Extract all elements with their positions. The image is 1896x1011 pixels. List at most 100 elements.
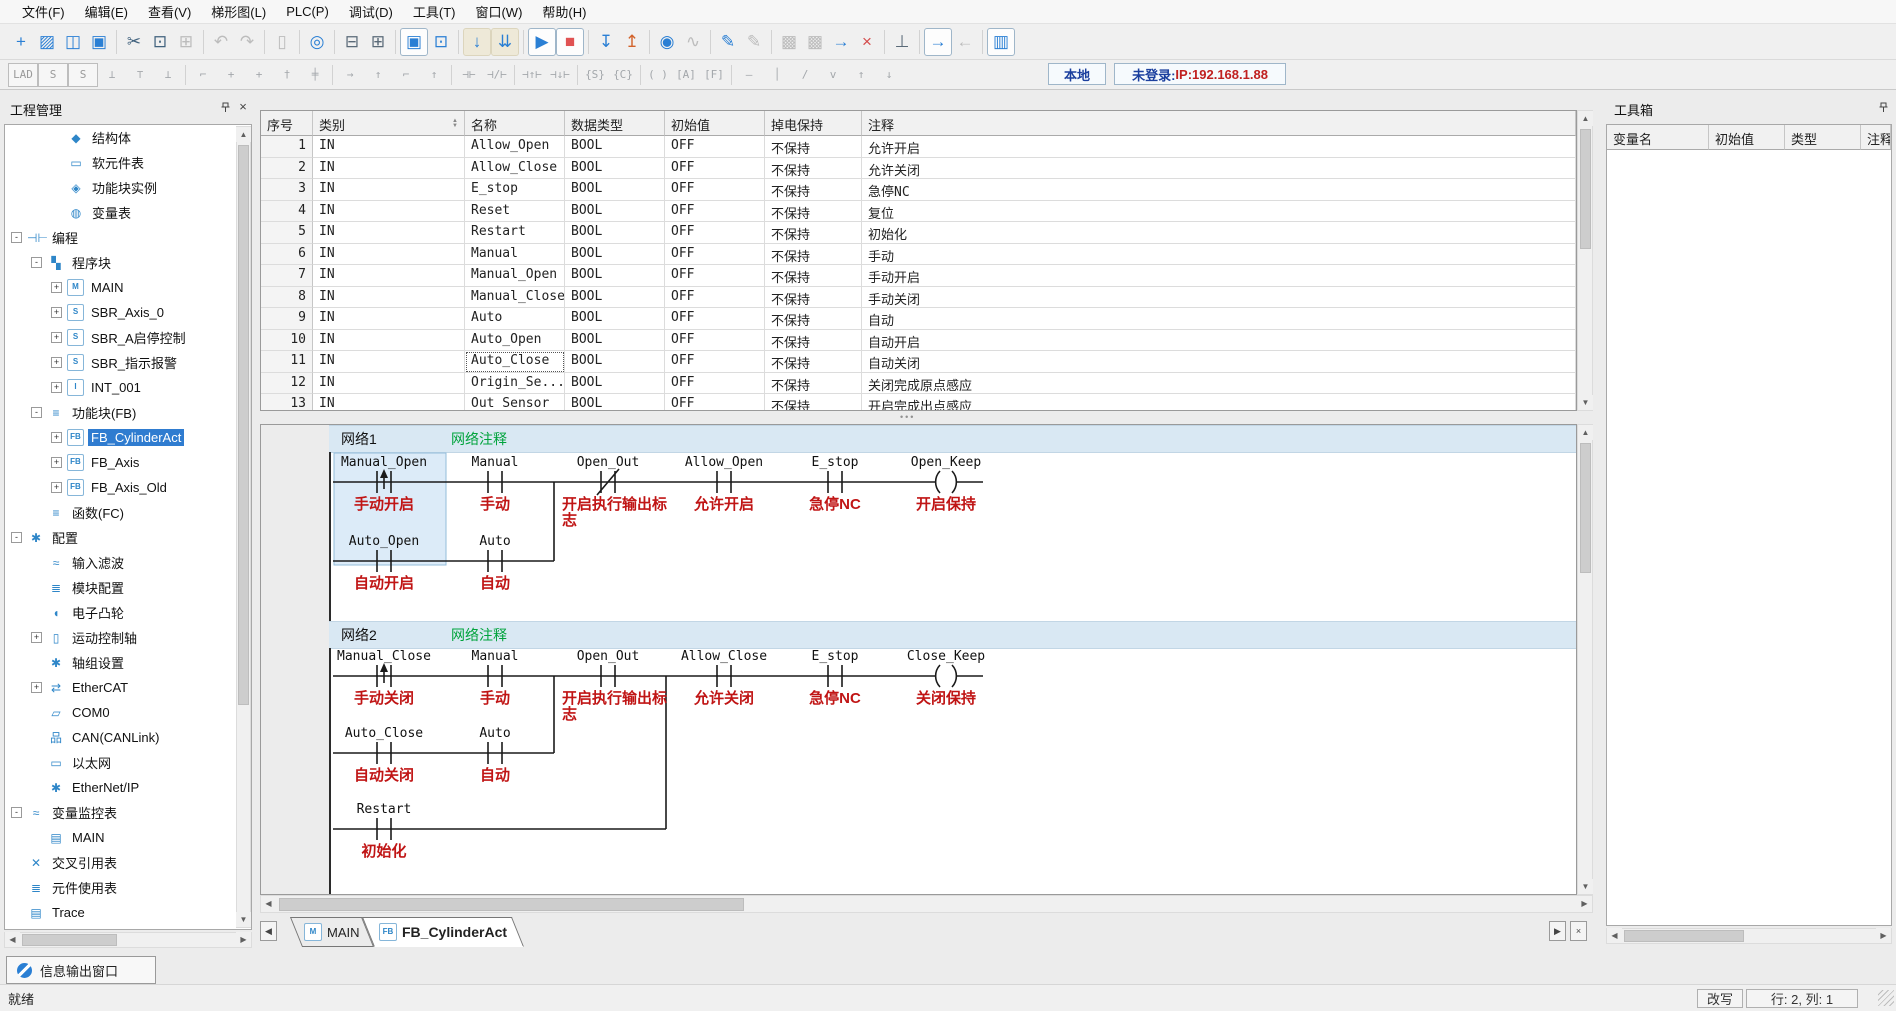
EtherCAT[interactable]: + ⇄ EtherCAT bbox=[5, 675, 251, 700]
delete-cell-button[interactable]: ⊥ bbox=[154, 64, 182, 86]
cell-datatype[interactable]: BOOL bbox=[565, 158, 665, 180]
Trace[interactable]: ▤ Trace bbox=[5, 900, 251, 925]
cell-name[interactable]: Manual bbox=[465, 244, 565, 266]
变量表[interactable]: ◍ 变量表 bbox=[5, 200, 251, 225]
tree-expander-icon[interactable]: - bbox=[11, 532, 22, 543]
cell-comment[interactable]: 复位 bbox=[862, 201, 1576, 223]
cell-category[interactable]: IN bbox=[313, 287, 465, 309]
tab-main[interactable]: MMAIN bbox=[290, 917, 374, 947]
coil-a-button[interactable]: [A] bbox=[672, 64, 700, 86]
轴组设置[interactable]: ✱ 轴组设置 bbox=[5, 650, 251, 675]
branch-up-button[interactable]: + bbox=[217, 64, 245, 86]
logout-button[interactable]: ← bbox=[952, 29, 978, 55]
scroll-down-icon[interactable]: ▼ bbox=[1578, 395, 1593, 410]
close-panel-icon[interactable]: × bbox=[236, 99, 250, 113]
usb-test-button[interactable]: ⊥ bbox=[889, 29, 915, 55]
cell-datatype[interactable]: BOOL bbox=[565, 222, 665, 244]
sort-icon[interactable]: ▲▼ bbox=[452, 119, 458, 129]
cell-datatype[interactable]: BOOL bbox=[565, 201, 665, 223]
stop-button[interactable]: ■ bbox=[556, 28, 584, 56]
element-label[interactable]: Open_Out bbox=[577, 455, 640, 470]
cell-retain[interactable]: 不保持 bbox=[765, 394, 862, 411]
cell-name[interactable]: Auto_Open bbox=[465, 330, 565, 352]
cell-comment[interactable]: 手动开启 bbox=[862, 265, 1576, 287]
tree-expander-icon[interactable]: + bbox=[51, 357, 62, 368]
cell-retain[interactable]: 不保持 bbox=[765, 158, 862, 180]
paste-button[interactable]: ⊞ bbox=[173, 29, 199, 55]
scroll-left-icon[interactable]: ◀ bbox=[5, 932, 20, 947]
文件(F)[interactable]: 文件(F) bbox=[12, 0, 75, 24]
delete-vline-button[interactable]: v bbox=[819, 64, 847, 86]
cell-datatype[interactable]: BOOL bbox=[565, 351, 665, 373]
run-button[interactable]: ▶ bbox=[528, 28, 556, 56]
line-up-button[interactable]: ↑ bbox=[364, 64, 392, 86]
ladder-hscrollbar[interactable]: ◀ ▶ bbox=[260, 895, 1593, 913]
cell-datatype[interactable]: BOOL bbox=[565, 287, 665, 309]
cell-initial[interactable]: OFF bbox=[665, 136, 765, 158]
tree-expander-icon[interactable]: + bbox=[51, 382, 62, 393]
element-label[interactable]: Allow_Open bbox=[685, 455, 763, 470]
SBR_指示报警[interactable]: + S SBR_指示报警 bbox=[5, 350, 251, 375]
tree-expander-icon[interactable]: + bbox=[51, 457, 62, 468]
col-header-category[interactable]: 类别▲▼ bbox=[313, 111, 465, 136]
cell-datatype[interactable]: BOOL bbox=[565, 244, 665, 266]
compile-button[interactable]: ↓ bbox=[463, 28, 491, 56]
cell-comment[interactable]: 手动 bbox=[862, 244, 1576, 266]
element-label[interactable]: Open_Keep bbox=[911, 455, 982, 470]
cell-name[interactable]: Manual_Open bbox=[465, 265, 565, 287]
cell-category[interactable]: IN bbox=[313, 201, 465, 223]
cell-name[interactable]: Allow_Close bbox=[465, 158, 565, 180]
cell-category[interactable]: IN bbox=[313, 158, 465, 180]
new-file-button[interactable]: + bbox=[8, 29, 34, 55]
scroll-right-icon[interactable]: ▶ bbox=[1577, 896, 1592, 911]
redo-button[interactable]: ↷ bbox=[234, 29, 260, 55]
cell-comment[interactable]: 手动关闭 bbox=[862, 287, 1576, 309]
cell-retain[interactable]: 不保持 bbox=[765, 201, 862, 223]
delete-row-button[interactable]: × bbox=[854, 29, 880, 55]
overwrite-mode-indicator[interactable]: 改写 bbox=[1697, 989, 1743, 1008]
cell-initial[interactable]: OFF bbox=[665, 222, 765, 244]
cell-comment[interactable]: 自动开启 bbox=[862, 330, 1576, 352]
PLC(P)[interactable]: PLC(P) bbox=[276, 1, 339, 22]
变量监控表[interactable]: - ≈ 变量监控表 bbox=[5, 800, 251, 825]
col-header-index[interactable]: 序号 bbox=[261, 111, 313, 136]
软元件表[interactable]: ▭ 软元件表 bbox=[5, 150, 251, 175]
cell-initial[interactable]: OFF bbox=[665, 179, 765, 201]
element-label[interactable]: Allow_Close bbox=[681, 649, 767, 664]
cell-initial[interactable]: OFF bbox=[665, 201, 765, 223]
scroll-thumb[interactable] bbox=[1580, 443, 1591, 573]
delete-hline-button[interactable]: / bbox=[791, 64, 819, 86]
col-header-retain[interactable]: 掉电保持 bbox=[765, 111, 862, 136]
network-2-header[interactable]: 网络2 网络注释 bbox=[329, 621, 1576, 649]
network-comment[interactable]: 网络注释 bbox=[451, 429, 507, 449]
scroll-right-icon[interactable]: ▶ bbox=[236, 932, 251, 947]
tree-expander-icon[interactable]: + bbox=[51, 332, 62, 343]
电子凸轮[interactable]: ◖ 电子凸轮 bbox=[5, 600, 251, 625]
tree-expander-icon[interactable]: - bbox=[11, 807, 22, 818]
network-1-header[interactable]: 网络1 网络注释 bbox=[329, 425, 1576, 453]
cascade-windows-button[interactable]: ▣ bbox=[400, 28, 428, 56]
窗口(W)[interactable]: 窗口(W) bbox=[465, 0, 532, 24]
运动控制轴[interactable]: + ▯ 运动控制轴 bbox=[5, 625, 251, 650]
cell-retain[interactable]: 不保持 bbox=[765, 136, 862, 158]
tree-expander-icon[interactable]: + bbox=[31, 632, 42, 643]
MAIN[interactable]: ▤ MAIN bbox=[5, 825, 251, 850]
col-header-initial[interactable]: 初始值 bbox=[665, 111, 765, 136]
tab-scroll-right-button[interactable]: ▶ bbox=[1549, 921, 1566, 941]
tree-expander-icon[interactable]: - bbox=[11, 232, 22, 243]
insert-cell-button[interactable]: ⊤ bbox=[126, 64, 154, 86]
cell-retain[interactable]: 不保持 bbox=[765, 330, 862, 352]
scroll-left-icon[interactable]: ◀ bbox=[1607, 928, 1622, 943]
scroll-thumb[interactable] bbox=[279, 898, 744, 911]
login-status-button[interactable]: 未登录:IP:192.168.1.88 bbox=[1114, 63, 1286, 85]
element-label[interactable]: Auto_Open bbox=[349, 534, 419, 549]
cell-datatype[interactable]: BOOL bbox=[565, 179, 665, 201]
element-label[interactable]: Manual bbox=[472, 455, 519, 470]
col-header-name[interactable]: 名称 bbox=[465, 111, 565, 136]
move-down-button[interactable]: ↓ bbox=[875, 64, 903, 86]
以太网[interactable]: ▭ 以太网 bbox=[5, 750, 251, 775]
scroll-right-icon[interactable]: ▶ bbox=[1876, 928, 1891, 943]
cell-category[interactable]: IN bbox=[313, 351, 465, 373]
cell-name[interactable]: E_stop bbox=[465, 179, 565, 201]
col-header-type[interactable]: 类型 bbox=[1785, 125, 1861, 150]
